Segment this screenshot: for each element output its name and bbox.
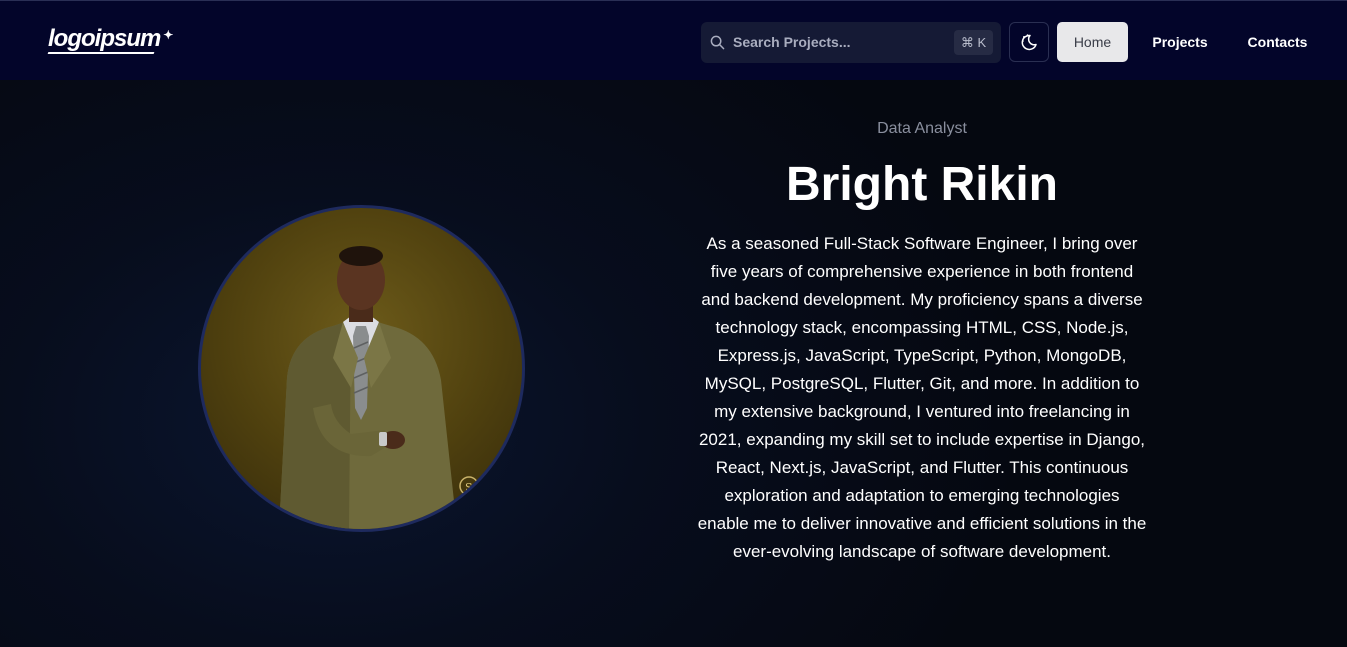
profile-photo: S [198,205,525,532]
theme-toggle-button[interactable] [1009,22,1049,62]
search-shortcut-badge: ⌘ K [954,30,993,55]
profile-bio: As a seasoned Full-Stack Software Engine… [697,234,1147,561]
nav-projects[interactable]: Projects [1142,22,1218,62]
search-icon [710,35,725,50]
moon-stars-icon [1021,34,1037,51]
search-bar[interactable]: Search Projects... ⌘ K [701,22,1001,63]
nav-home[interactable]: Home [1057,22,1128,62]
svg-text:S: S [465,481,473,494]
sparkle-icon: ✦ [163,28,173,42]
search-placeholder: Search Projects... [733,34,851,50]
logo[interactable]: logoipsum ✦ [47,25,173,54]
profile-name: Bright Rikin [786,158,1058,211]
logo-text: logoipsum [48,25,161,52]
profile-role: Data Analyst [877,120,967,137]
top-navbar: logoipsum ✦ Search Projects... ⌘ K Home … [0,0,1347,80]
person-portrait: S [279,246,479,529]
nav-contacts[interactable]: Contacts [1237,22,1318,62]
logo-underline [47,52,155,54]
